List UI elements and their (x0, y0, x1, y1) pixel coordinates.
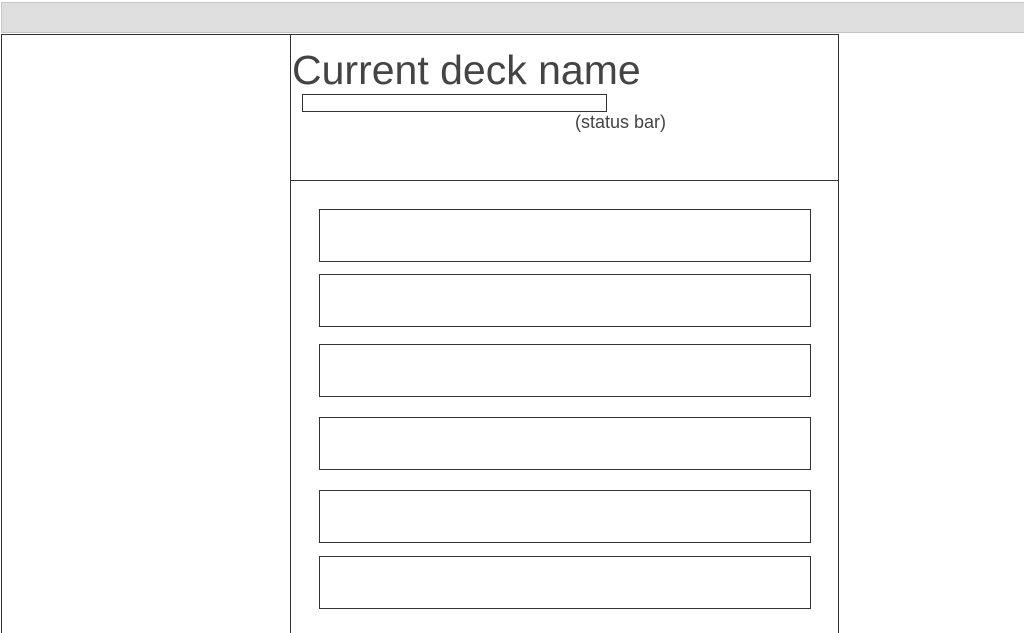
card-slot[interactable] (319, 490, 811, 543)
deck-title: Current deck name (292, 47, 641, 93)
deck-header: Current deck name (status bar) (291, 35, 838, 181)
app-window: Current deck name (status bar) (0, 0, 1024, 633)
card-slot[interactable] (319, 417, 811, 470)
status-label: (status bar) (575, 112, 667, 132)
sidebar (2, 35, 291, 633)
progress-bar (302, 94, 607, 112)
card-list (291, 181, 838, 633)
card-slot[interactable] (319, 274, 811, 327)
card-slot[interactable] (319, 556, 811, 609)
card-slot[interactable] (319, 209, 811, 262)
top-toolbar (1, 2, 1024, 33)
card-slot[interactable] (319, 344, 811, 397)
